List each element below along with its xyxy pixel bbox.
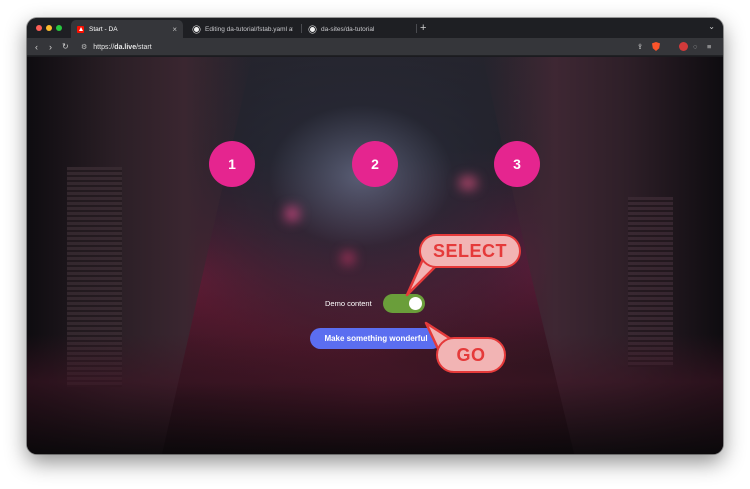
new-tab-button[interactable]: + — [420, 20, 426, 36]
tab-divider — [416, 24, 417, 33]
tab-list-chevron-icon[interactable]: ⌄ — [708, 22, 715, 31]
tab-start-da[interactable]: Start - DA × — [71, 20, 183, 38]
neon-light — [342, 252, 354, 264]
adobe-icon — [77, 25, 84, 33]
tab-da-sites-tutorial[interactable]: da-sites/da-tutorial — [303, 20, 415, 38]
wet-street — [27, 334, 723, 454]
demo-content-label: Demo content — [325, 299, 372, 308]
close-window-button[interactable] — [36, 25, 42, 31]
maximize-window-button[interactable] — [56, 25, 62, 31]
extension-icon[interactable] — [679, 42, 688, 51]
address-toolbar: ‹ › ↻ ⚙ https://da.live/start ⇪ ◌ ≡ — [27, 38, 723, 56]
minimize-window-button[interactable] — [46, 25, 52, 31]
step-1-badge: 1 — [209, 141, 255, 187]
go-callout: GO — [436, 337, 506, 373]
step-2-badge: 2 — [352, 141, 398, 187]
share-icon[interactable]: ⇪ — [637, 41, 643, 53]
tab-editing-fstab[interactable]: Editing da-tutorial/fstab.yaml at … — [187, 20, 299, 38]
close-tab-icon[interactable]: × — [172, 25, 177, 34]
github-icon — [193, 25, 200, 33]
github-icon — [309, 25, 316, 33]
reload-button[interactable]: ↻ — [62, 40, 69, 54]
select-callout: SELECT — [419, 234, 521, 268]
chat-icon[interactable]: ◌ — [693, 41, 697, 53]
neon-light — [285, 207, 299, 221]
page-viewport: 1 2 3 Demo content Make something wonder… — [27, 57, 723, 454]
brave-shields-icon[interactable] — [652, 42, 660, 51]
site-settings-icon[interactable]: ⚙ — [81, 43, 87, 51]
address-bar[interactable]: ⚙ https://da.live/start — [81, 40, 632, 54]
back-button[interactable]: ‹ — [35, 40, 38, 54]
browser-window: Start - DA × Editing da-tutorial/fstab.y… — [27, 18, 723, 454]
forward-button[interactable]: › — [49, 40, 52, 54]
tab-divider — [301, 24, 302, 33]
neon-light — [459, 177, 477, 189]
menu-icon[interactable]: ≡ — [707, 41, 711, 53]
tab-title: Start - DA — [89, 25, 118, 33]
tab-title: Editing da-tutorial/fstab.yaml at … — [205, 25, 293, 33]
url-text: https://da.live/start — [93, 43, 152, 51]
tab-bar: Start - DA × Editing da-tutorial/fstab.y… — [27, 18, 723, 38]
tab-title: da-sites/da-tutorial — [321, 25, 375, 33]
step-3-badge: 3 — [494, 141, 540, 187]
